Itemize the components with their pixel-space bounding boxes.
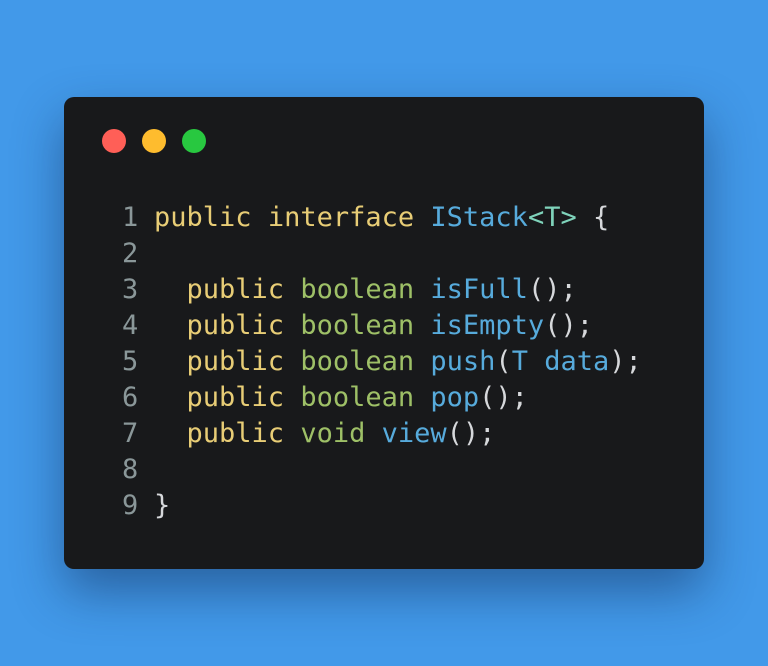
code-token: isFull bbox=[430, 274, 528, 305]
code-token: (); bbox=[527, 274, 577, 305]
line-number: 9 bbox=[122, 490, 139, 521]
code-line: 2 bbox=[120, 236, 642, 272]
code-token: T data bbox=[511, 346, 610, 377]
code-token: boolean bbox=[300, 382, 415, 413]
line-content: public void view(); bbox=[154, 416, 496, 452]
line-content: } bbox=[154, 488, 170, 524]
code-token: public bbox=[186, 274, 285, 305]
line-number: 5 bbox=[122, 346, 139, 377]
code-token: <T> bbox=[527, 202, 577, 233]
line-number: 7 bbox=[122, 418, 139, 449]
code-line: 7 public void view(); bbox=[120, 416, 642, 452]
line-number: 1 bbox=[122, 202, 139, 233]
code-token: ( bbox=[495, 346, 512, 377]
line-content: public boolean push(T data); bbox=[154, 344, 642, 380]
code-line: 5 public boolean push(T data); bbox=[120, 344, 642, 380]
code-block: 1 public interface IStack<T> {2 3 public b… bbox=[120, 200, 642, 524]
code-token: public bbox=[186, 310, 285, 341]
line-content: public boolean isEmpty(); bbox=[154, 308, 593, 344]
window-controls bbox=[102, 129, 206, 153]
code-line: 8 bbox=[120, 452, 642, 488]
line-number: 8 bbox=[122, 454, 139, 485]
line-number: 6 bbox=[122, 382, 139, 413]
code-token: { bbox=[576, 202, 610, 233]
code-token: public bbox=[186, 418, 285, 449]
code-token: isEmpty bbox=[430, 310, 545, 341]
code-token: interface bbox=[267, 202, 415, 233]
code-token: view bbox=[381, 418, 447, 449]
code-line: 9} bbox=[120, 488, 642, 524]
code-token: (); bbox=[446, 418, 496, 449]
code-token: boolean bbox=[300, 274, 415, 305]
close-dot[interactable] bbox=[102, 129, 126, 153]
code-token: void bbox=[300, 418, 366, 449]
maximize-dot[interactable] bbox=[182, 129, 206, 153]
line-number: 4 bbox=[122, 310, 139, 341]
minimize-dot[interactable] bbox=[142, 129, 166, 153]
code-token: pop bbox=[430, 382, 480, 413]
code-line: 1 public interface IStack<T> { bbox=[120, 200, 642, 236]
code-token: } bbox=[154, 490, 171, 521]
code-token: (); bbox=[479, 382, 528, 413]
code-token: (); bbox=[544, 310, 593, 341]
code-token: push bbox=[430, 346, 496, 377]
code-token: public bbox=[154, 202, 252, 233]
code-line: 6 public boolean pop(); bbox=[120, 380, 642, 416]
code-line: 4 public boolean isEmpty(); bbox=[120, 308, 642, 344]
line-number: 3 bbox=[122, 274, 139, 305]
code-window: 1 public interface IStack<T> {2 3 public b… bbox=[64, 97, 704, 569]
line-content: public interface IStack<T> { bbox=[154, 200, 609, 236]
code-token: ); bbox=[609, 346, 642, 377]
code-token: IStack bbox=[430, 202, 528, 233]
code-token: boolean bbox=[300, 346, 415, 377]
code-token: public bbox=[186, 346, 285, 377]
code-token: public bbox=[186, 382, 285, 413]
line-content: public boolean isFull(); bbox=[154, 272, 577, 308]
code-line: 3 public boolean isFull(); bbox=[120, 272, 642, 308]
code-token: boolean bbox=[300, 310, 415, 341]
line-content: public boolean pop(); bbox=[154, 380, 528, 416]
line-number: 2 bbox=[122, 238, 139, 269]
